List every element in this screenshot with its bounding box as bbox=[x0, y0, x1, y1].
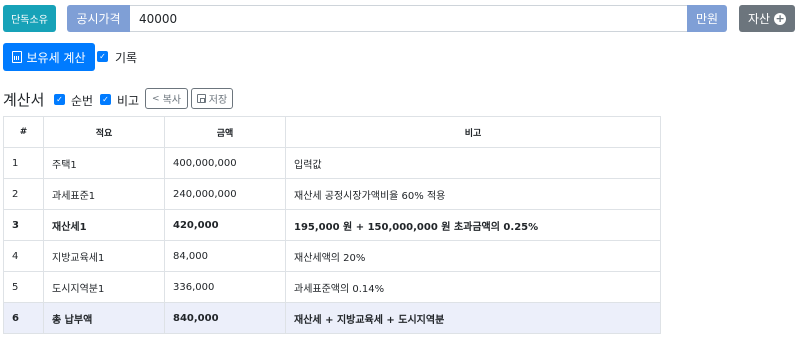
column-header-amount: 금액 bbox=[164, 116, 286, 148]
save-button[interactable]: 저장 bbox=[191, 88, 233, 109]
record-checkbox[interactable]: ✓ bbox=[97, 51, 108, 62]
row-number: 6 bbox=[3, 302, 44, 334]
table-row: 2 과세표준1 240,000,000 재산세 공정시장가액비율 60% 적용 bbox=[3, 178, 661, 210]
row-note: 재산세 공정시장가액비율 60% 적용 bbox=[285, 178, 661, 210]
column-header-item: 적요 bbox=[43, 116, 165, 148]
table-row: 1 주택1 400,000,000 입력값 bbox=[3, 147, 661, 179]
price-input[interactable]: 40000 bbox=[130, 5, 687, 32]
row-amount: 240,000,000 bbox=[164, 178, 286, 210]
column-header-note: 비고 bbox=[285, 116, 661, 148]
row-item: 과세표준1 bbox=[43, 178, 165, 210]
asset-button-label: 자산 bbox=[747, 12, 771, 26]
row-note: 과세표준액의 0.14% bbox=[285, 271, 661, 303]
calculator-icon bbox=[12, 51, 23, 63]
order-checkbox[interactable]: ✓ bbox=[54, 94, 65, 105]
column-header-number: # bbox=[3, 116, 44, 148]
row-note: 재산세액의 20% bbox=[285, 240, 661, 272]
sheet-title: 계산서 bbox=[3, 91, 45, 109]
total-row: 6 총 납부액 840,000 재산세 + 지방교육세 + 도시지역분 bbox=[3, 302, 661, 334]
note-checkbox[interactable]: ✓ bbox=[100, 94, 111, 105]
row-number: 4 bbox=[3, 240, 44, 272]
row-item: 도시지역분1 bbox=[43, 271, 165, 303]
row-amount: 336,000 bbox=[164, 271, 286, 303]
calculate-tax-label: 보유세 계산 bbox=[26, 50, 86, 65]
share-icon: < bbox=[152, 93, 160, 104]
calculation-table: # 적요 금액 비고 1 주택1 400,000,000 입력값 2 과세표준1… bbox=[3, 116, 661, 334]
note-label: 비고 bbox=[117, 94, 140, 108]
row-number: 3 bbox=[3, 209, 44, 241]
table-header-row: # 적요 금액 비고 bbox=[3, 116, 661, 148]
table-row: 3 재산세1 420,000 195,000 원 + 150,000,000 원… bbox=[3, 209, 661, 241]
row-number: 1 bbox=[3, 147, 44, 179]
record-label: 기록 bbox=[115, 51, 138, 65]
ownership-button[interactable]: 단독소유 bbox=[3, 5, 56, 32]
row-note: 재산세 + 지방교육세 + 도시지역분 bbox=[285, 302, 661, 334]
row-amount: 84,000 bbox=[164, 240, 286, 272]
row-number: 5 bbox=[3, 271, 44, 303]
unit-label: 만원 bbox=[687, 5, 727, 32]
row-item: 지방교육세1 bbox=[43, 240, 165, 272]
sheet-header: 계산서 ✓ 순번 ✓ 비고 < 복사 저장 bbox=[0, 88, 800, 112]
calculate-tax-button[interactable]: 보유세 계산 bbox=[3, 43, 95, 71]
row-amount: 420,000 bbox=[164, 209, 286, 241]
plus-circle-icon: + bbox=[774, 12, 787, 25]
copy-label: 복사 bbox=[162, 95, 181, 106]
action-bar: 보유세 계산 ✓ 기록 bbox=[0, 43, 800, 71]
copy-button[interactable]: < 복사 bbox=[145, 88, 188, 109]
table-row: 5 도시지역분1 336,000 과세표준액의 0.14% bbox=[3, 271, 661, 303]
save-label: 저장 bbox=[208, 95, 228, 106]
row-item: 재산세1 bbox=[43, 209, 165, 241]
table-row: 4 지방교육세1 84,000 재산세액의 20% bbox=[3, 240, 661, 272]
asset-button[interactable]: 자산 + bbox=[739, 5, 795, 32]
row-number: 2 bbox=[3, 178, 44, 210]
row-note: 입력값 bbox=[285, 147, 661, 179]
row-item: 총 납부액 bbox=[43, 302, 165, 334]
order-label: 순번 bbox=[71, 94, 94, 108]
row-amount: 840,000 bbox=[164, 302, 286, 334]
top-input-bar: 단독소유 공시가격 40000 만원 자산 + bbox=[0, 5, 800, 33]
row-amount: 400,000,000 bbox=[164, 147, 286, 179]
row-item: 주택1 bbox=[43, 147, 165, 179]
row-note: 195,000 원 + 150,000,000 원 초과금액의 0.25% bbox=[285, 209, 661, 241]
save-icon bbox=[196, 94, 206, 103]
price-label: 공시가격 bbox=[67, 5, 130, 32]
